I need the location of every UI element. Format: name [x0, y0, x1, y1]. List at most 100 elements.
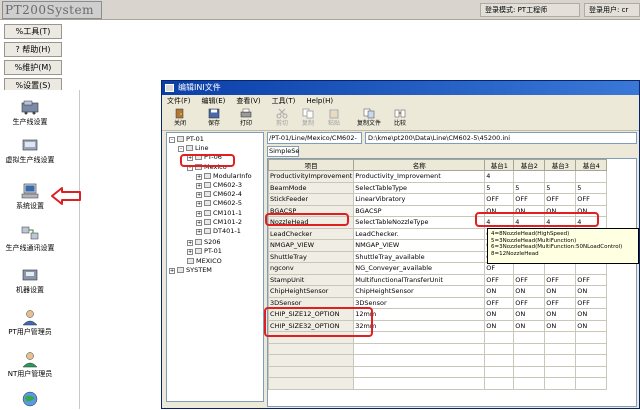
cell-value[interactable]: ON	[484, 308, 515, 321]
cell-value[interactable]	[484, 331, 515, 344]
cell-value[interactable]: OFF	[575, 273, 608, 286]
menu-tools[interactable]: 工具(T)	[272, 97, 296, 105]
cell-value[interactable]	[575, 331, 608, 344]
expand-toggle-icon[interactable]: +	[169, 267, 175, 274]
cell-value[interactable]: ON	[575, 308, 608, 321]
cell-value[interactable]	[544, 342, 577, 355]
column-header[interactable]: 名称	[353, 159, 486, 171]
menu-edit[interactable]: 编辑(E)	[202, 97, 226, 105]
cell-value[interactable]	[513, 377, 546, 390]
cell-value[interactable]: OFF	[513, 273, 546, 286]
cell-value[interactable]: OFF	[484, 296, 515, 309]
cell-value[interactable]: 5	[513, 181, 546, 194]
nav-pt-user-admin[interactable]: PT用户管理员	[0, 308, 60, 337]
save-button[interactable]: 保存	[202, 108, 226, 130]
tree-node[interactable]: + SYSTEM	[169, 266, 212, 275]
cell-value[interactable]	[484, 354, 515, 367]
cell-value[interactable]	[513, 342, 546, 355]
cell-value[interactable]: ON	[544, 308, 577, 321]
column-header[interactable]: 基台2	[513, 159, 546, 171]
cell-value[interactable]: ON	[484, 319, 515, 332]
expand-toggle-icon[interactable]: +	[196, 219, 202, 226]
cell-value[interactable]: ON	[513, 319, 546, 332]
cell-value[interactable]: ON	[484, 285, 515, 298]
cell-value[interactable]	[544, 331, 577, 344]
cell-value[interactable]: OFF	[484, 273, 515, 286]
section-tab[interactable]: SimpleSe	[267, 146, 299, 157]
cell-value[interactable]: OFF	[575, 296, 608, 309]
tree-node[interactable]: + ModularInfo	[196, 172, 252, 181]
cell-value[interactable]	[513, 354, 546, 367]
dialog-titlebar[interactable]: 编辑INI文件	[162, 81, 639, 95]
collapse-toggle-icon[interactable]: -	[178, 146, 184, 153]
cell-value[interactable]	[544, 170, 577, 183]
cell-value[interactable]	[513, 365, 546, 378]
cell-value[interactable]	[575, 262, 608, 275]
cell-value[interactable]: ON	[575, 285, 608, 298]
cell-value[interactable]	[575, 354, 608, 367]
cell-value[interactable]	[544, 262, 577, 275]
expand-toggle-icon[interactable]: +	[196, 229, 202, 235]
cell-value[interactable]	[513, 262, 546, 275]
cut-button[interactable]: 剪切	[270, 108, 294, 130]
cell-value[interactable]: OFF	[513, 296, 546, 309]
cell-value[interactable]	[575, 342, 608, 355]
expand-toggle-icon[interactable]: +	[196, 192, 202, 199]
cell-value[interactable]	[544, 354, 577, 367]
cell-value[interactable]: ON	[513, 285, 546, 298]
cell-value[interactable]	[513, 170, 546, 183]
cell-value[interactable]	[575, 377, 608, 390]
cell-value[interactable]: OFF	[484, 193, 515, 206]
column-header[interactable]: 基台4	[575, 159, 608, 171]
expand-toggle-icon[interactable]: +	[196, 173, 202, 180]
nav-more[interactable]	[0, 390, 60, 410]
tree-node[interactable]: + CM101-1	[196, 209, 242, 218]
cell-value[interactable]	[484, 365, 515, 378]
column-header[interactable]: 基台3	[544, 159, 577, 171]
copy-file-button[interactable]: 复制文件	[352, 108, 386, 130]
tree-node[interactable]: + CM602-3	[196, 181, 242, 190]
close-button[interactable]: 关闭	[168, 108, 192, 130]
ini-tree-view[interactable]: - PT-01- Line + PT-06- Mexico + ModularInfo + CM6…	[166, 132, 264, 402]
expand-toggle-icon[interactable]: +	[196, 201, 202, 208]
expand-toggle-icon[interactable]: +	[196, 183, 202, 189]
menu-file[interactable]: 文件(F)	[167, 97, 191, 105]
paste-button[interactable]: 粘贴	[322, 108, 346, 130]
cell-value[interactable]	[484, 377, 515, 390]
nav-line-comm[interactable]: 生产线通讯设置	[0, 224, 60, 253]
cell-value[interactable]	[513, 331, 546, 344]
expand-toggle-icon[interactable]: +	[187, 249, 193, 256]
compare-button[interactable]: 比较	[388, 108, 412, 130]
maintenance-menu-button[interactable]: %维护(M)	[4, 60, 62, 75]
cell-value[interactable]: ON	[513, 308, 546, 321]
cell-value[interactable]: ON	[575, 319, 608, 332]
cell-value[interactable]: OFF	[544, 193, 577, 206]
tree-node[interactable]: + PT-01	[187, 247, 222, 256]
copy-button[interactable]: 复制	[296, 108, 320, 130]
tree-node[interactable]: MEXICO	[187, 257, 222, 266]
menu-view[interactable]: 查看(V)	[236, 97, 260, 105]
cell-value[interactable]: ON	[544, 285, 577, 298]
cell-value[interactable]	[575, 365, 608, 378]
expand-toggle-icon[interactable]: +	[196, 210, 202, 217]
cell-value[interactable]: OF	[484, 262, 515, 275]
cell-value[interactable]	[544, 365, 577, 378]
nav-virtual-line[interactable]: 虚拟生产线设置	[0, 136, 60, 165]
help-menu-button[interactable]: ? 帮助(H)	[4, 42, 62, 57]
print-button[interactable]: 打印	[234, 108, 258, 130]
cell-value[interactable]: 5	[544, 181, 577, 194]
cell-value[interactable]: ON	[544, 319, 577, 332]
cell-value[interactable]	[544, 377, 577, 390]
tree-node[interactable]: + CM101-2	[196, 218, 242, 227]
tree-node[interactable]: + CM602-4	[196, 190, 242, 199]
nav-machine-settings[interactable]: 机器设置	[0, 266, 60, 295]
cell-value[interactable]: 4	[484, 170, 515, 183]
column-header[interactable]: 项目	[268, 159, 355, 171]
cell-value[interactable]: OFF	[513, 193, 546, 206]
tree-node[interactable]: - Line	[178, 144, 209, 153]
tree-node[interactable]: - PT-01	[169, 135, 204, 144]
tree-node[interactable]: + DT401-1	[196, 227, 241, 236]
cell-value[interactable]: 5	[575, 181, 608, 194]
cell-value[interactable]: 5	[484, 181, 515, 194]
nav-nt-user-admin[interactable]: NT用户管理员	[0, 350, 60, 379]
